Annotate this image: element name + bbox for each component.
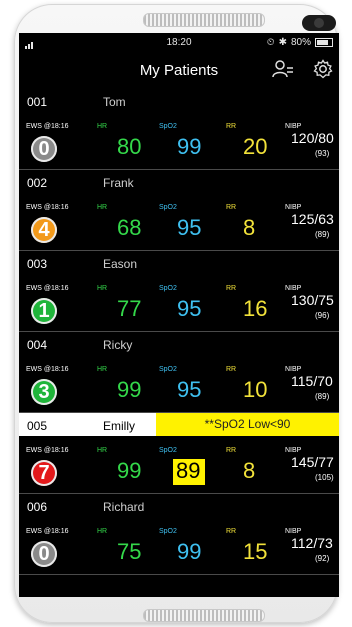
nibp-value: 145/77 — [291, 454, 334, 470]
alarm-clock-icon: ⏲ — [266, 37, 275, 48]
patient-name: Emilly — [103, 419, 135, 433]
bed-number: 003 — [27, 257, 48, 271]
hr-value: 99 — [117, 377, 142, 402]
nibp-mean: (105) — [315, 473, 334, 482]
rr-value: 20 — [243, 134, 268, 159]
status-bar: 18:20 ⏲ ✱ 80% — [19, 33, 339, 51]
hr-label: HR — [97, 204, 108, 211]
nibp-label: NIBP — [285, 204, 302, 211]
bed-number: 005 — [27, 419, 48, 433]
ews-score-badge: 0 — [31, 541, 57, 567]
front-camera — [302, 15, 336, 31]
ews-score-badge: 3 — [31, 379, 57, 405]
app-screen: 18:20 ⏲ ✱ 80% My Patients 001 Tom EWS @1… — [19, 33, 339, 597]
rr-label: RR — [226, 204, 237, 211]
ews-label: EWS @18:16 — [26, 204, 69, 211]
nibp-value: 115/70 — [291, 373, 333, 389]
patient-row-alarm[interactable]: **SpO2 Low<90 005 Emilly EWS @18:16 HR S… — [19, 413, 339, 494]
gear-icon[interactable] — [312, 59, 334, 79]
nibp-value: 125/63 — [291, 211, 334, 227]
nibp-mean: (89) — [315, 392, 330, 401]
patient-row[interactable]: 001 Tom EWS @18:16 HR SpO2 RR NIBP 0 80 … — [19, 89, 339, 170]
hr-value: 80 — [117, 134, 142, 159]
patient-name: Eason — [103, 257, 138, 271]
rr-value: 10 — [243, 377, 268, 402]
hr-value: 68 — [117, 215, 142, 240]
patient-name: Richard — [103, 500, 145, 514]
spo2-value: 95 — [177, 215, 202, 240]
nibp-value: 112/73 — [291, 535, 333, 551]
spo2-label: SpO2 — [159, 447, 177, 454]
rr-label: RR — [226, 285, 237, 292]
nibp-label: NIBP — [285, 123, 302, 130]
rr-label: RR — [226, 447, 237, 454]
bluetooth-icon: ✱ — [278, 37, 287, 48]
bed-number: 006 — [27, 500, 48, 514]
nibp-mean: (93) — [315, 149, 330, 158]
spo2-label: SpO2 — [159, 204, 177, 211]
battery-percent: 80% — [290, 37, 311, 48]
hr-label: HR — [97, 285, 108, 292]
nibp-label: NIBP — [285, 366, 302, 373]
spo2-value: 89 — [176, 458, 201, 483]
spo2-label: SpO2 — [159, 528, 177, 535]
earpiece-speaker — [143, 13, 265, 27]
alarm-message[interactable]: **SpO2 Low<90 — [156, 413, 339, 436]
ews-label: EWS @18:16 — [26, 366, 69, 373]
spo2-label: SpO2 — [159, 285, 177, 292]
patient-name: Tom — [103, 95, 126, 109]
rr-label: RR — [226, 123, 237, 130]
ews-label: EWS @18:16 — [26, 285, 69, 292]
rr-value: 8 — [243, 215, 256, 240]
hr-label: HR — [97, 123, 108, 130]
patient-row[interactable]: 002 Frank EWS @18:16 HR SpO2 RR NIBP 4 6… — [19, 170, 339, 251]
hr-value: 77 — [117, 296, 142, 321]
patient-name: Ricky — [103, 338, 133, 352]
patient-row[interactable]: 003 Eason EWS @18:16 HR SpO2 RR NIBP 1 7… — [19, 251, 339, 332]
patient-list-icon[interactable] — [272, 59, 294, 79]
ews-score-badge: 0 — [31, 136, 57, 162]
nibp-mean: (92) — [315, 554, 330, 563]
spo2-value: 95 — [177, 296, 202, 321]
rr-value: 8 — [243, 458, 256, 483]
ews-score-badge: 7 — [31, 460, 57, 486]
spo2-value: 95 — [177, 377, 202, 402]
spo2-value: 99 — [177, 134, 202, 159]
rr-value: 15 — [243, 539, 268, 564]
bottom-speaker — [143, 609, 265, 622]
spo2-label: SpO2 — [159, 366, 177, 373]
nibp-value: 130/75 — [291, 292, 334, 308]
nibp-label: NIBP — [285, 285, 302, 292]
hr-value: 99 — [117, 458, 142, 483]
hr-value: 75 — [117, 539, 142, 564]
rr-label: RR — [226, 528, 237, 535]
rr-value: 16 — [243, 296, 268, 321]
battery-icon — [315, 38, 333, 47]
nibp-label: NIBP — [285, 528, 302, 535]
ews-label: EWS @18:16 — [26, 447, 69, 454]
patient-row[interactable]: 004 Ricky EWS @18:16 HR SpO2 RR NIBP 3 9… — [19, 332, 339, 413]
ews-score-badge: 1 — [31, 298, 57, 324]
patient-row[interactable]: 006 Richard EWS @18:16 HR SpO2 RR NIBP 0… — [19, 494, 339, 575]
rr-label: RR — [226, 366, 237, 373]
ews-label: EWS @18:16 — [26, 123, 69, 130]
hr-label: HR — [97, 366, 108, 373]
nibp-label: NIBP — [285, 447, 302, 454]
hr-label: HR — [97, 447, 108, 454]
ews-label: EWS @18:16 — [26, 528, 69, 535]
bed-number: 002 — [27, 176, 48, 190]
nibp-mean: (89) — [315, 230, 330, 239]
bed-number: 001 — [27, 95, 48, 109]
ews-score-badge: 4 — [31, 217, 57, 243]
nibp-value: 120/80 — [291, 130, 334, 146]
spo2-value: 99 — [177, 539, 202, 564]
hr-label: HR — [97, 528, 108, 535]
spo2-label: SpO2 — [159, 123, 177, 130]
patient-name: Frank — [103, 176, 134, 190]
app-header: My Patients — [19, 51, 339, 87]
nibp-mean: (96) — [315, 311, 330, 320]
bed-number: 004 — [27, 338, 48, 352]
